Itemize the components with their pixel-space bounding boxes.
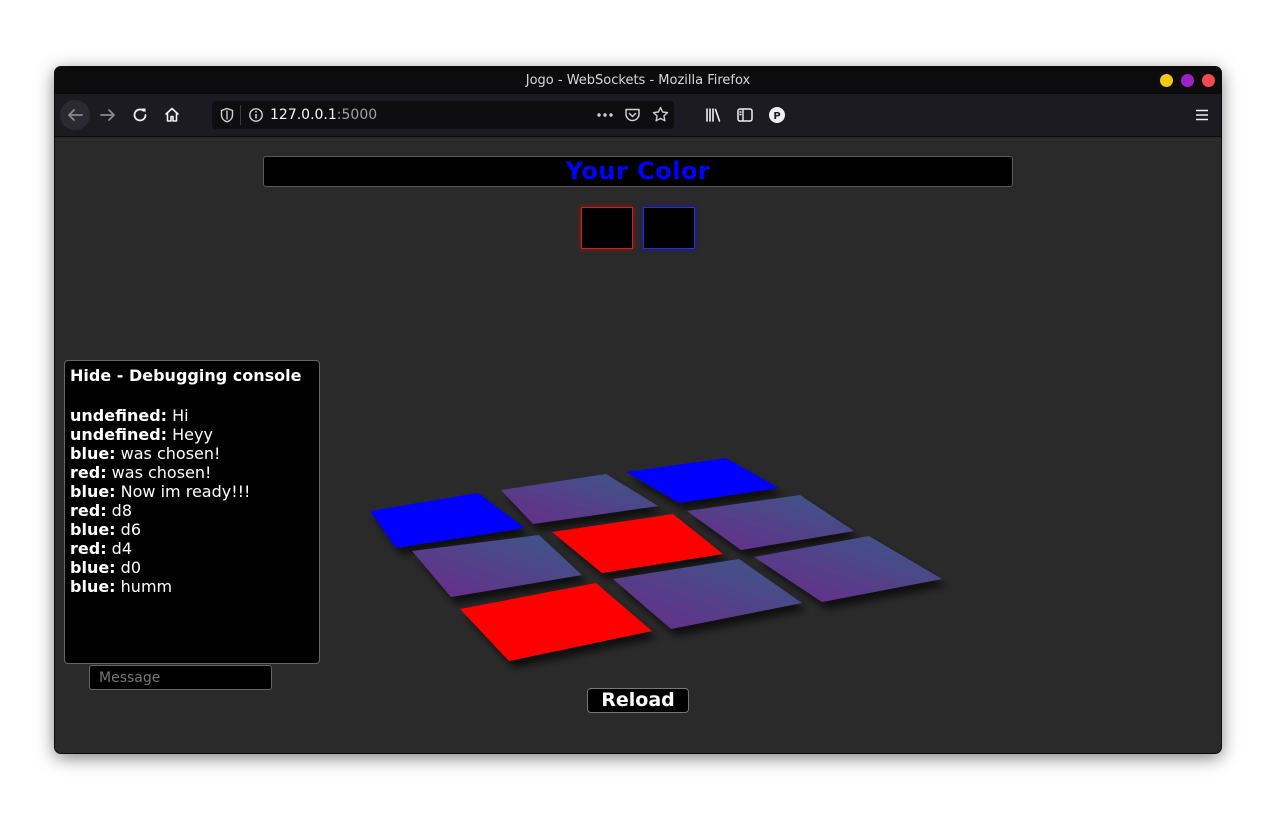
red-player-chip[interactable] <box>581 207 633 249</box>
board-cell-0-1[interactable] <box>501 474 658 524</box>
forward-arrow-icon <box>100 109 115 121</box>
profile-icon: P <box>769 107 785 123</box>
shield-icon[interactable] <box>219 107 235 123</box>
blue-player-chip[interactable] <box>643 207 695 249</box>
console-message-text: d4 <box>106 539 133 558</box>
board-cell-1-1[interactable] <box>552 514 723 573</box>
hamburger-menu-icon <box>1196 109 1208 121</box>
board-cell-0-2[interactable] <box>626 458 779 503</box>
reload-page-button[interactable] <box>125 100 155 130</box>
console-message-text: d6 <box>115 520 141 539</box>
console-sender: blue: <box>70 520 116 539</box>
console-sender: blue: <box>70 482 116 501</box>
more-icon[interactable] <box>596 107 614 123</box>
page-content: Your Color Hide - Debugging console unde… <box>55 137 1221 753</box>
console-line: red: d8 <box>70 501 314 520</box>
console-sender: blue: <box>70 558 116 577</box>
console-line: blue: humm <box>70 577 314 596</box>
console-message-text: was chosen! <box>106 463 212 482</box>
url-host: 127.0.0.1 <box>270 107 337 123</box>
profile-letter: P <box>773 111 780 122</box>
info-icon[interactable] <box>248 107 264 123</box>
console-sender: red: <box>70 539 107 558</box>
url-text[interactable]: 127.0.0.1:5000 <box>270 101 377 129</box>
your-color-banner: Your Color <box>263 156 1013 187</box>
console-sender: blue: <box>70 577 116 596</box>
console-line: blue: d6 <box>70 520 314 539</box>
maximize-button[interactable] <box>1181 74 1194 87</box>
profile-button[interactable]: P <box>762 100 792 130</box>
home-button[interactable] <box>157 100 187 130</box>
close-button[interactable] <box>1202 74 1215 87</box>
back-button[interactable] <box>60 100 90 130</box>
window-title: Jogo - WebSockets - Mozilla Firefox <box>525 73 751 88</box>
window-controls <box>1160 74 1215 87</box>
console-message-text: Now im ready!!! <box>115 482 251 501</box>
menu-button[interactable] <box>1187 100 1217 130</box>
console-sender: blue: <box>70 444 116 463</box>
console-line: undefined: Hi <box>70 406 314 425</box>
console-line: blue: was chosen! <box>70 444 314 463</box>
window-titlebar: Jogo - WebSockets - Mozilla Firefox <box>55 67 1221 94</box>
debug-console: Hide - Debugging console undefined: Hi un… <box>64 360 320 664</box>
back-arrow-icon <box>68 109 83 121</box>
star-icon[interactable] <box>652 106 669 123</box>
sidebar-icon <box>737 108 753 122</box>
console-message-text: was chosen! <box>115 444 221 463</box>
console-line: blue: Now im ready!!! <box>70 482 314 501</box>
board-cell-1-2[interactable] <box>687 495 854 550</box>
console-sender: red: <box>70 501 107 520</box>
pocket-icon[interactable] <box>624 107 641 123</box>
url-port: :5000 <box>336 107 378 123</box>
console-message-text: humm <box>115 577 173 596</box>
board-cell-2-0[interactable] <box>460 583 652 661</box>
library-icon <box>706 108 721 122</box>
console-message-text: Hi <box>167 406 189 425</box>
console-sender: undefined: <box>70 425 168 444</box>
url-bar[interactable]: 127.0.0.1:5000 <box>212 101 674 129</box>
forward-button[interactable] <box>93 100 123 130</box>
browser-toolbar: 127.0.0.1:5000 P <box>55 94 1221 137</box>
console-sender: red: <box>70 463 107 482</box>
console-line: undefined: Heyy <box>70 425 314 444</box>
home-icon <box>164 107 180 122</box>
board-cell-1-0[interactable] <box>412 535 582 597</box>
reload-button[interactable]: Reload <box>587 688 689 713</box>
browser-window: Jogo - WebSockets - Mozilla Firefox 127.… <box>55 67 1221 753</box>
minimize-button[interactable] <box>1160 74 1173 87</box>
message-input[interactable] <box>89 665 272 690</box>
console-message-text: d0 <box>115 558 141 577</box>
console-line: red: was chosen! <box>70 463 314 482</box>
console-message-text: Heyy <box>167 425 213 444</box>
sidebar-button[interactable] <box>730 100 760 130</box>
url-separator <box>240 105 241 125</box>
console-message-text: d8 <box>106 501 133 520</box>
console-header[interactable]: Hide - Debugging console <box>70 366 314 385</box>
reload-icon <box>133 108 147 122</box>
console-line: red: d4 <box>70 539 314 558</box>
library-button[interactable] <box>698 100 728 130</box>
console-sender: undefined: <box>70 406 168 425</box>
console-line: blue: d0 <box>70 558 314 577</box>
